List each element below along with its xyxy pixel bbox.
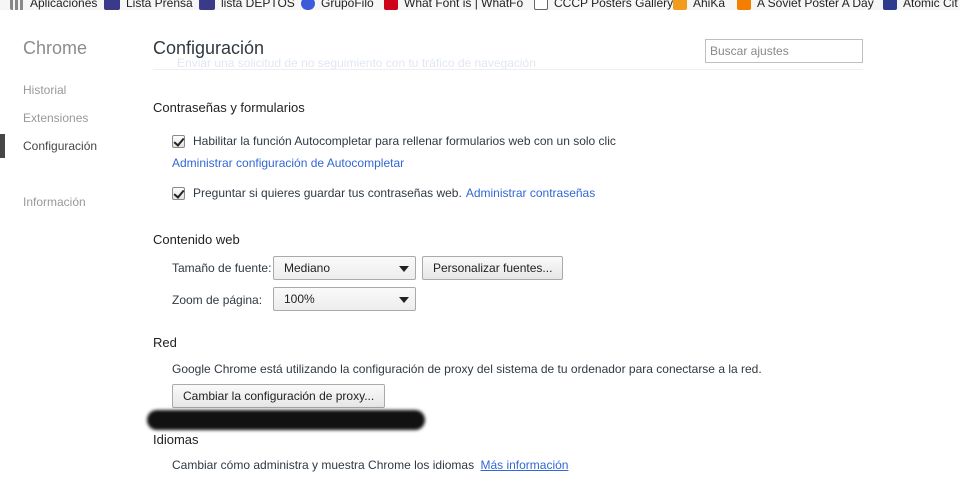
proxy-description: Google Chrome está utilizando la configu…: [172, 362, 762, 376]
save-passwords-label: Preguntar si quieres guardar tus contras…: [193, 186, 462, 200]
autofill-checkbox[interactable]: [172, 134, 185, 148]
manage-passwords-link[interactable]: Administrar contraseñas: [466, 186, 595, 200]
languages-description: Cambiar cómo administra y muestra Chrome…: [172, 458, 475, 472]
bookmark-label: CCCP Posters Gallery: [554, 0, 674, 10]
zoom-select[interactable]: 100%: [273, 287, 416, 311]
redaction-mark: [147, 410, 425, 430]
bookmark-atomic[interactable]: Atomic Cit: [883, 0, 958, 10]
bookmark-lista-deptos[interactable]: lista DEPTOS: [199, 0, 295, 10]
bookmark-label: What Font is | WhatFo: [404, 0, 524, 10]
sidebar-item-configuracion[interactable]: Configuración: [23, 139, 97, 153]
section-title-passwords: Contraseñas y formularios: [153, 100, 305, 115]
save-passwords-setting: Preguntar si quieres guardar tus contras…: [172, 186, 595, 200]
sidebar-item-informacion[interactable]: Información: [23, 195, 86, 209]
page-title: Configuración: [153, 38, 265, 58]
bookmark-lista-prensa[interactable]: Lista Prensa: [104, 0, 193, 10]
blogger-icon: [737, 0, 751, 10]
mail-icon: [104, 0, 120, 10]
bookmark-label: A Soviet Poster A Day: [757, 0, 874, 10]
bookmark-label: Atomic Cit: [903, 0, 958, 10]
ahika-icon: [673, 0, 687, 10]
chevron-down-icon: [399, 266, 409, 272]
whatfont-icon: [384, 0, 398, 10]
search-settings-input[interactable]: [705, 39, 863, 63]
bookmark-soviet-poster[interactable]: A Soviet Poster A Day: [737, 0, 874, 10]
bookmarks-bar: Aplicaciones Lista Prensa lista DEPTOS G…: [0, 0, 960, 10]
zoom-label: Zoom de página:: [172, 293, 263, 307]
bookmark-label: Aplicaciones: [30, 0, 98, 10]
bookmark-label: AhiKa: [693, 0, 726, 10]
customize-fonts-button[interactable]: Personalizar fuentes...: [422, 256, 564, 280]
manage-autofill-link[interactable]: Administrar configuración de Autocomplet…: [172, 156, 404, 170]
atomic-icon: [883, 0, 897, 10]
sidebar-title: Chrome: [23, 38, 88, 58]
bookmark-label: Lista Prensa: [126, 0, 193, 10]
section-title-network: Red: [153, 335, 177, 350]
header-divider: [153, 69, 863, 70]
bookmark-ahika[interactable]: AhiKa: [673, 0, 725, 10]
bookmark-label: lista DEPTOS: [221, 0, 295, 10]
grupo-icon: [301, 0, 315, 10]
languages-setting: Cambiar cómo administra y muestra Chrome…: [172, 458, 568, 472]
bookmark-label: GrupoFilo: [321, 0, 374, 10]
bookmark-cccp-posters[interactable]: CCCP Posters Gallery: [534, 0, 673, 10]
font-size-label: Tamaño de fuente:: [172, 261, 272, 275]
more-info-link[interactable]: Más información: [480, 458, 568, 472]
selected-indicator: [0, 134, 5, 158]
sidebar-nav: Chrome Historial Extensiones Configuraci…: [0, 10, 135, 480]
settings-main: Enviar una solicitud de no seguimiento c…: [147, 10, 960, 480]
sidebar-item-extensiones[interactable]: Extensiones: [23, 111, 88, 125]
bookmark-whatfont[interactable]: What Font is | WhatFo: [384, 0, 523, 10]
bookmark-aplicaciones[interactable]: Aplicaciones: [10, 0, 97, 10]
autofill-setting: Habilitar la función Autocompletar para …: [172, 134, 616, 148]
apps-icon: [10, 0, 24, 10]
bookmark-grupofilo[interactable]: GrupoFilo: [301, 0, 374, 10]
page-icon: [534, 0, 548, 10]
font-size-value: Mediano: [284, 261, 331, 275]
font-size-select[interactable]: Mediano: [273, 256, 416, 280]
change-proxy-button[interactable]: Cambiar la configuración de proxy...: [172, 384, 386, 408]
zoom-value: 100%: [284, 292, 315, 306]
section-title-languages: Idiomas: [153, 432, 199, 447]
chevron-down-icon: [399, 297, 409, 303]
autofill-label: Habilitar la función Autocompletar para …: [193, 134, 616, 148]
save-passwords-checkbox[interactable]: [172, 186, 185, 200]
mail-icon: [199, 0, 215, 10]
section-title-web-content: Contenido web: [153, 232, 240, 247]
sidebar-item-historial[interactable]: Historial: [23, 83, 66, 97]
